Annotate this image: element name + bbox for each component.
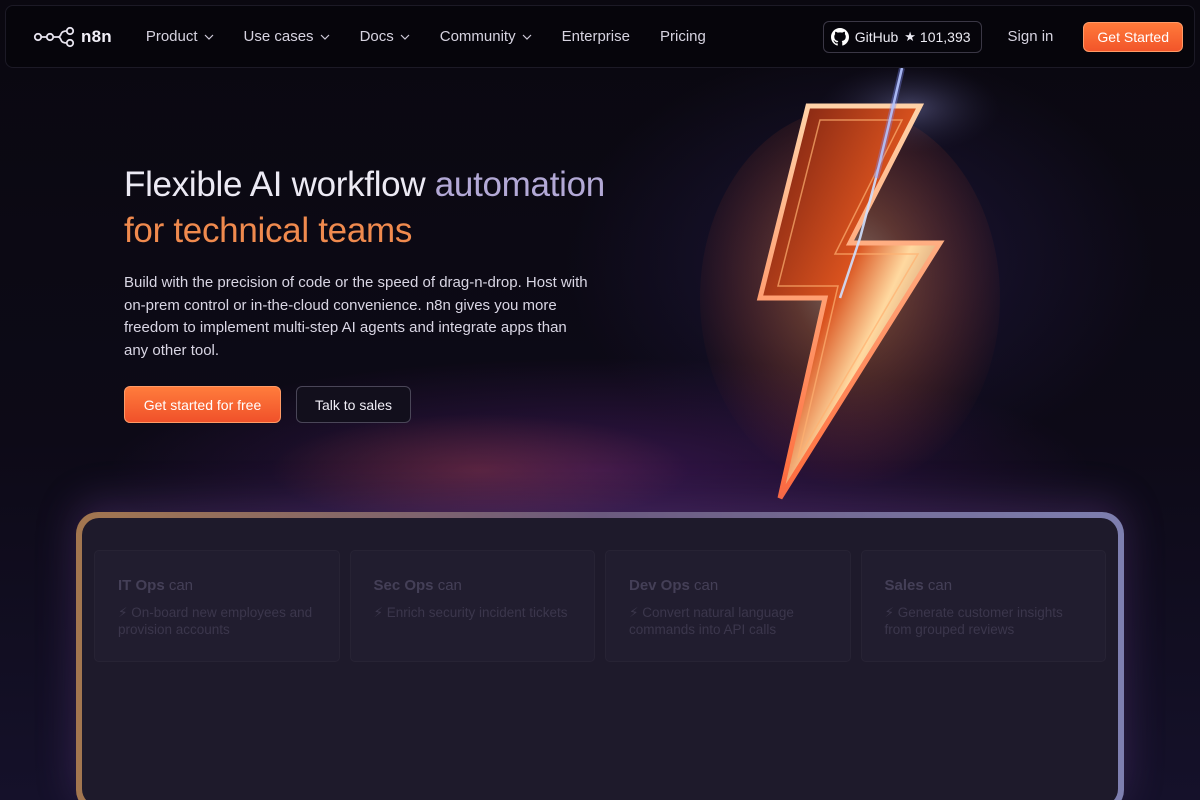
n8n-nodes-logo-icon xyxy=(33,26,75,47)
get-started-button[interactable]: Get Started xyxy=(1083,21,1183,52)
github-stars-button[interactable]: GitHub ★ 101,393 xyxy=(822,20,982,53)
get-started-free-button[interactable]: Get started for free xyxy=(124,386,281,423)
card-title: Sales can xyxy=(885,577,1084,594)
chevron-down-icon xyxy=(204,34,213,40)
card-suffix: can xyxy=(923,577,953,594)
brand-name: n8n xyxy=(81,26,112,46)
nav-item-label: Enterprise xyxy=(561,28,630,45)
nav-item-label: Docs xyxy=(359,28,394,45)
sign-in-link[interactable]: Sign in xyxy=(1008,28,1054,45)
github-label: GitHub xyxy=(854,28,899,45)
hero-title: Flexible AI workflow automation for tech… xyxy=(124,162,605,254)
star-icon: ★ xyxy=(904,28,916,44)
nav-item-label: Pricing xyxy=(659,28,706,45)
brand-logo[interactable]: n8n xyxy=(33,22,112,52)
hero-title-part2: automation xyxy=(434,165,605,204)
nav-item-docs[interactable]: Docs xyxy=(360,28,410,45)
card-text: ⚡ On-board new employees and provision a… xyxy=(118,605,313,637)
use-case-card-dev-ops[interactable]: Dev Ops can ⚡ Convert natural language c… xyxy=(605,550,851,662)
card-team: Dev Ops xyxy=(629,577,690,594)
card-text: ⚡ Generate customer insights from groupe… xyxy=(884,605,1063,637)
nav-item-label: Community xyxy=(439,28,516,45)
nav-item-product[interactable]: Product xyxy=(146,28,214,45)
chevron-down-icon xyxy=(522,34,532,40)
nav-item-label: Product xyxy=(145,28,198,45)
use-cases-panel: IT Ops can ⚡ On-board new employees and … xyxy=(76,512,1124,800)
nav-item-label: Use cases xyxy=(243,28,314,45)
card-team: Sec Ops xyxy=(373,577,434,594)
hero-description: Build with the precision of code or the … xyxy=(124,274,588,359)
card-suffix: can xyxy=(433,577,462,594)
nav-item-community[interactable]: Community xyxy=(440,28,532,45)
hero-title-part1: Flexible AI workflow xyxy=(124,165,435,204)
nav-item-pricing[interactable]: Pricing xyxy=(660,28,706,45)
card-title: Sec Ops can xyxy=(374,577,573,594)
card-suffix: can xyxy=(689,577,719,594)
use-case-card-sales[interactable]: Sales can ⚡ Generate customer insights f… xyxy=(860,550,1106,662)
use-cases-panel-inner: IT Ops can ⚡ On-board new employees and … xyxy=(82,518,1118,800)
hero-title-line2: for technical teams xyxy=(124,211,413,250)
card-title: Dev Ops can xyxy=(629,577,828,594)
card-text: ⚡ Enrich security incident tickets xyxy=(373,605,568,620)
talk-to-sales-button[interactable]: Talk to sales xyxy=(296,386,411,423)
use-case-card-sec-ops[interactable]: Sec Ops can ⚡ Enrich security incident t… xyxy=(349,550,595,662)
nav-item-enterprise[interactable]: Enterprise xyxy=(562,28,630,45)
top-navbar: n8n Product Use cases Docs Community Ent… xyxy=(5,5,1195,68)
use-case-card-it-ops[interactable]: IT Ops can ⚡ On-board new employees and … xyxy=(94,550,340,662)
card-text: ⚡ Convert natural language commands into… xyxy=(629,605,794,637)
nav-actions: GitHub ★ 101,393 Sign in Get Started xyxy=(822,20,1183,53)
github-star-count: 101,393 xyxy=(919,28,971,45)
card-team: IT Ops xyxy=(118,577,165,594)
chevron-down-icon xyxy=(320,34,329,40)
use-case-cards: IT Ops can ⚡ On-board new employees and … xyxy=(94,550,1106,662)
card-suffix: can xyxy=(164,577,194,594)
nav-menu: Product Use cases Docs Community Enterpr… xyxy=(146,6,736,67)
card-title: IT Ops can xyxy=(118,577,317,594)
github-icon xyxy=(830,27,849,46)
lightning-bolt-illustration xyxy=(700,68,1000,500)
card-team: Sales xyxy=(884,577,924,594)
chevron-down-icon xyxy=(400,34,410,40)
nav-item-use-cases[interactable]: Use cases xyxy=(244,28,330,45)
